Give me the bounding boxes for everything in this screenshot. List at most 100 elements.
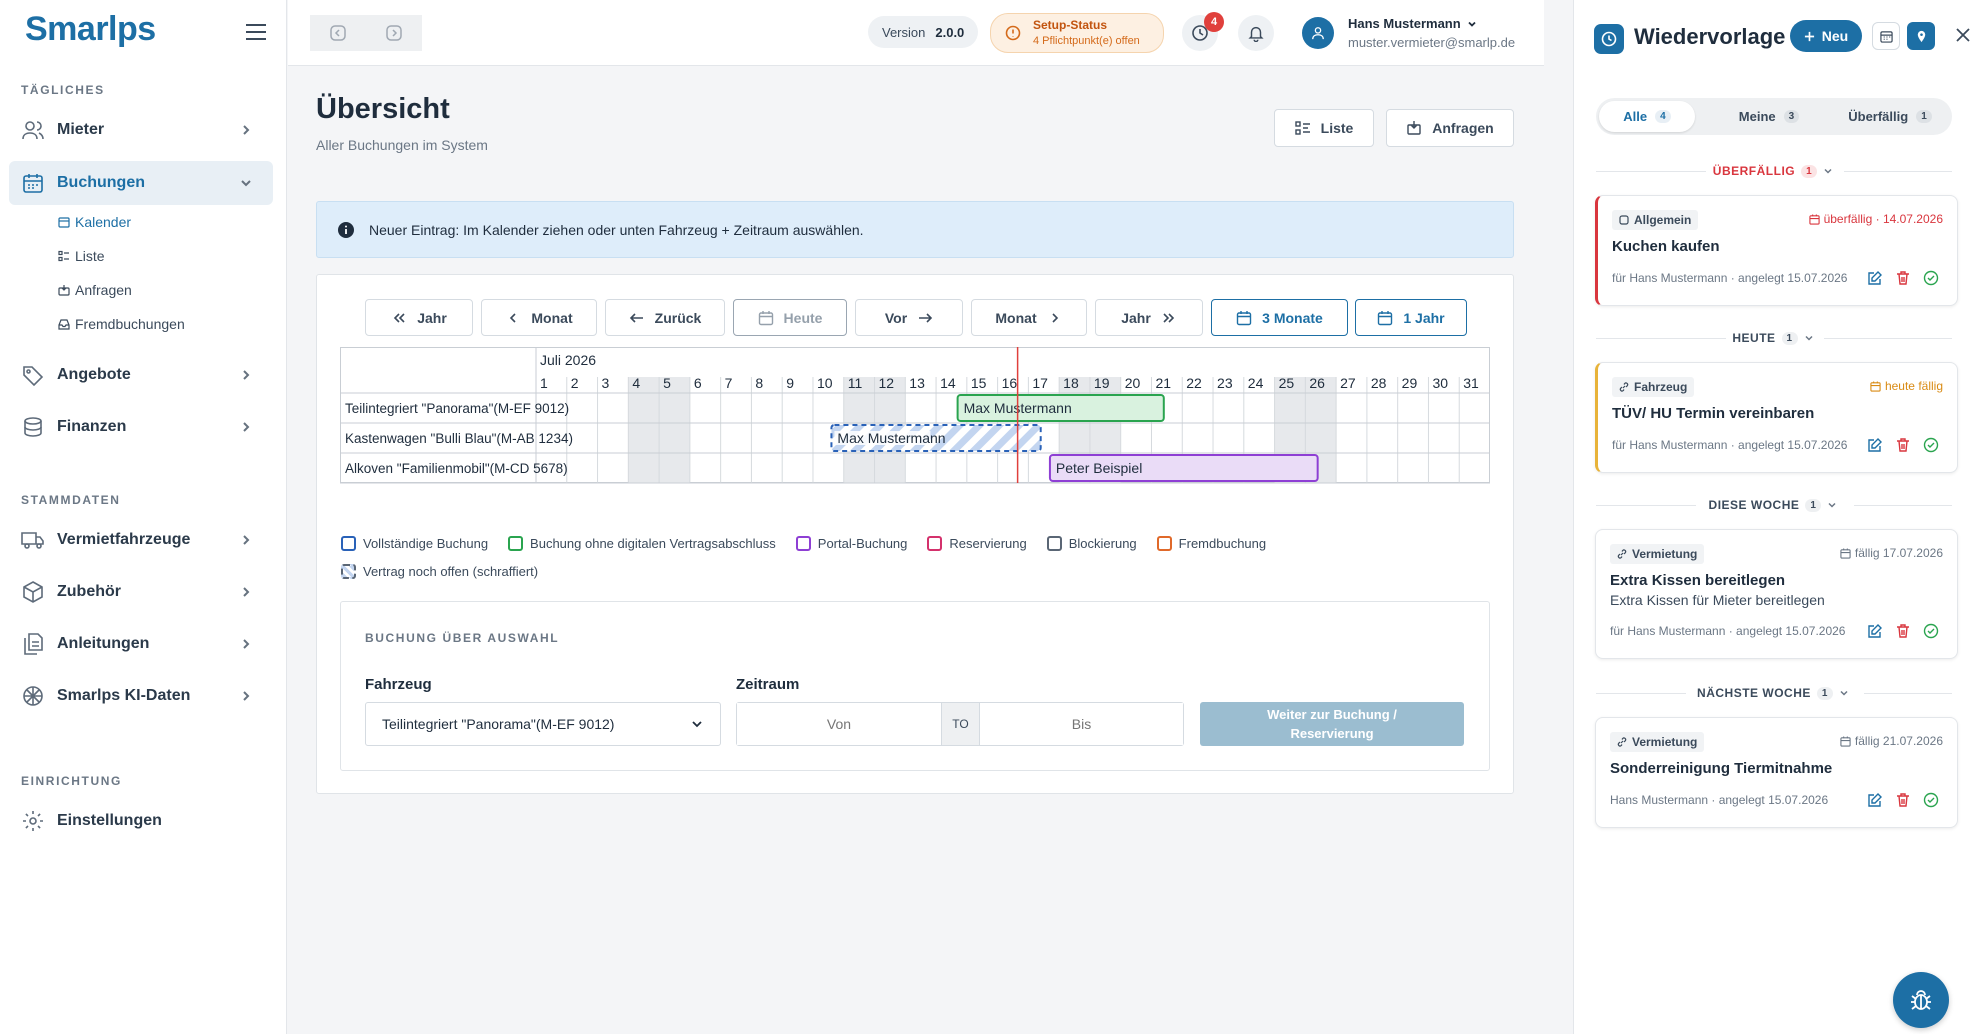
chevron-down-icon — [1468, 21, 1476, 27]
section-setup: EINRICHTUNG — [21, 774, 122, 788]
list-view-button[interactable]: Liste — [1274, 109, 1374, 147]
sidebar-item-ki[interactable]: Smarlps KI-Daten — [9, 674, 273, 718]
sidebar-subitem-kalender[interactable]: Kalender — [58, 214, 131, 230]
booking-calendar-grid[interactable]: Juli 20261 2 3 4 5 6 7 8 9 10 11 12 13 14 15 16 17 18 19 20… — [340, 347, 1490, 523]
vehicle-label: Fahrzeug — [365, 676, 432, 693]
tab-mine[interactable]: Meine 3 — [1714, 101, 1824, 132]
sidebar-subitem-fremd[interactable]: Fremdbuchungen — [58, 316, 185, 332]
sidebar-item-mieter[interactable]: Mieter — [9, 108, 273, 152]
delete-icon[interactable] — [1895, 270, 1911, 286]
delete-icon[interactable] — [1895, 623, 1911, 639]
sidebar-item-buchungen[interactable]: Buchungen — [9, 161, 273, 205]
close-panel-button[interactable] — [1954, 26, 1971, 46]
selection-heading: BUCHUNG ÜBER AUSWAHL — [365, 631, 560, 645]
sidebar-item-fahrzeuge[interactable]: Vermietfahrzeuge — [9, 518, 273, 562]
legend-label: Fremdbuchung — [1178, 536, 1267, 551]
group-header-overdue[interactable]: ÜBERFÄLLIG 1 — [1574, 161, 1971, 181]
booking-bar[interactable]: Max Mustermann — [830, 424, 1042, 452]
tab-all[interactable]: Alle 4 — [1599, 101, 1695, 132]
tag-icon — [21, 363, 45, 387]
forward-label: Vor — [884, 309, 908, 326]
follow-up-card[interactable]: Fahrzeug heute fällig TÜV/ HU Termin ver… — [1595, 362, 1958, 473]
sidebar-item-einstellungen[interactable]: Einstellungen — [9, 799, 273, 843]
calendar-icon — [758, 310, 773, 325]
sidebar-item-finanzen[interactable]: Finanzen — [9, 405, 273, 449]
continue-booking-button[interactable]: Weiter zur Buchung / Reservierung — [1200, 702, 1464, 746]
three-months-button[interactable]: 3 Monate — [1211, 299, 1348, 336]
group-header-next-week[interactable]: NÄCHSTE WOCHE 1 — [1574, 683, 1971, 703]
follow-up-card[interactable]: Vermietung fällig 17.07.2026 Extra Kisse… — [1595, 529, 1958, 659]
booking-bar[interactable]: Max Mustermann — [956, 394, 1165, 422]
calendar-view-button[interactable] — [1872, 22, 1900, 50]
sidebar-item-angebote[interactable]: Angebote — [9, 353, 273, 397]
check-circle-icon[interactable] — [1923, 270, 1939, 286]
calendar-icon — [1870, 380, 1881, 392]
history-back-button[interactable] — [310, 15, 366, 51]
user-menu[interactable]: Hans Mustermann muster.vermieter@smarlp.… — [1302, 12, 1542, 54]
sidebar-item-label: Buchungen — [57, 174, 145, 191]
main-content: Übersicht Aller Buchungen im System List… — [288, 67, 1544, 1034]
year-back-button[interactable]: Jahr — [365, 299, 473, 336]
sidebar-subitem-anfragen[interactable]: Anfragen — [58, 282, 132, 298]
calendar-day-label: 29 — [1402, 375, 1418, 391]
timer-button[interactable]: 4 — [1182, 12, 1224, 51]
month-forward-button[interactable]: Monat — [971, 299, 1087, 336]
card-tag-label: Vermietung — [1632, 547, 1698, 561]
setup-status-button[interactable]: Setup-Status 4 Pflichtpunkt(e) offen — [990, 13, 1164, 53]
app-logo[interactable]: Smarlps — [25, 10, 156, 49]
booking-bar[interactable]: Peter Beispiel — [1048, 454, 1319, 482]
check-circle-icon[interactable] — [1923, 437, 1939, 453]
calendar-icon — [1236, 310, 1252, 325]
notifications-button[interactable] — [1238, 15, 1274, 51]
sidebar-item-zubehoer[interactable]: Zubehör — [9, 570, 273, 614]
group-header-week[interactable]: DIESE WOCHE 1 — [1574, 495, 1971, 515]
edit-icon[interactable] — [1867, 623, 1883, 639]
month-back-button[interactable]: Monat — [481, 299, 597, 336]
one-year-button[interactable]: 1 Jahr — [1355, 299, 1467, 336]
bug-report-button[interactable] — [1893, 972, 1949, 1028]
calendar-day-label: 10 — [817, 375, 833, 391]
sidebar-item-anleitungen[interactable]: Anleitungen — [9, 622, 273, 666]
page-subtitle: Aller Buchungen im System — [316, 137, 488, 153]
pin-button[interactable] — [1907, 22, 1935, 50]
follow-up-panel: Wiedervorlage Neu Alle 4 Meine 3 Überfäl… — [1573, 0, 1971, 1034]
coins-icon — [21, 415, 45, 439]
delete-icon[interactable] — [1895, 437, 1911, 453]
list-view-label: Liste — [1320, 120, 1354, 136]
calendar-day-label: 2 — [571, 375, 579, 391]
back-button[interactable]: Zurück — [605, 299, 725, 336]
calendar-day-label: 7 — [725, 375, 733, 391]
tab-overdue[interactable]: Überfällig 1 — [1831, 101, 1949, 132]
edit-icon[interactable] — [1867, 792, 1883, 808]
card-title: Extra Kissen bereitlegen — [1610, 572, 1786, 589]
legend-item: Fremdbuchung — [1156, 536, 1267, 551]
sidebar-subitem-liste[interactable]: Liste — [58, 248, 105, 264]
forward-button[interactable]: Vor — [855, 299, 963, 336]
calendar-vehicle-label: Teilintegriert "Panorama"(M-EF 9012) — [345, 401, 569, 416]
check-circle-icon[interactable] — [1923, 792, 1939, 808]
delete-icon[interactable] — [1895, 792, 1911, 808]
legend-item: Reservierung — [927, 536, 1027, 551]
today-button[interactable]: Heute — [733, 299, 847, 336]
arrow-right-icon — [919, 312, 933, 323]
period-from-input[interactable] — [737, 703, 941, 745]
arrow-left-circle-icon — [330, 25, 346, 41]
year-forward-button[interactable]: Jahr — [1095, 299, 1203, 336]
check-circle-icon[interactable] — [1923, 623, 1939, 639]
period-to-input[interactable] — [980, 703, 1183, 745]
follow-up-card[interactable]: Allgemein überfällig · 14.07.2026 Kuchen… — [1595, 195, 1958, 306]
edit-icon[interactable] — [1867, 437, 1883, 453]
edit-icon[interactable] — [1867, 270, 1883, 286]
vehicle-select[interactable]: Teilintegriert "Panorama"(M-EF 9012) — [365, 702, 721, 746]
page-title: Übersicht — [316, 93, 450, 125]
new-follow-up-button[interactable]: Neu — [1790, 20, 1862, 52]
group-header-today[interactable]: HEUTE 1 — [1574, 328, 1971, 348]
chevrons-right-icon — [1163, 312, 1174, 323]
legend-swatch — [1156, 536, 1172, 551]
legend-label: Blockierung — [1068, 536, 1137, 551]
requests-button[interactable]: Anfragen — [1386, 109, 1514, 147]
history-forward-button[interactable] — [366, 15, 422, 51]
menu-toggle-icon[interactable] — [244, 20, 268, 44]
version-badge: Version 2.0.0 — [868, 16, 979, 48]
follow-up-card[interactable]: Vermietung fällig 21.07.2026 Sonderreini… — [1595, 717, 1958, 828]
